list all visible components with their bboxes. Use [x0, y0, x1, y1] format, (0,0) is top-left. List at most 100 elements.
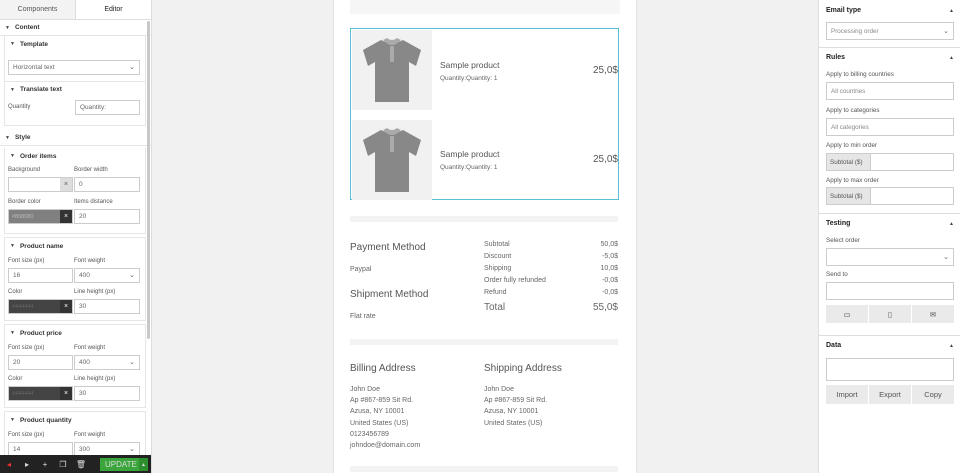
- shirt-icon: [363, 128, 421, 192]
- font-size-input[interactable]: 16: [8, 268, 73, 283]
- tab-components[interactable]: Components: [0, 0, 75, 19]
- font-weight-select[interactable]: 400 ⌄: [74, 268, 140, 283]
- clear-icon[interactable]: ×: [60, 300, 72, 313]
- font-size-label: Font size (px): [8, 432, 45, 438]
- desktop-icon: ▭: [843, 309, 851, 319]
- email-type-header[interactable]: Email type ▲: [819, 1, 960, 20]
- send-to-input[interactable]: [826, 282, 954, 300]
- chevron-up-icon: ▲: [949, 54, 954, 61]
- clear-icon[interactable]: ×: [60, 210, 72, 223]
- desktop-preview-button[interactable]: ▭: [826, 305, 868, 323]
- add-icon[interactable]: +: [36, 460, 54, 469]
- tab-editor[interactable]: Editor: [75, 0, 151, 19]
- order-items-group: ▼ Order items Background Border width × 0…: [4, 148, 146, 234]
- product-quantity: Quantity:Quantity: 1: [440, 75, 498, 82]
- quantity-input[interactable]: Quantity:: [75, 100, 140, 115]
- background-color-picker[interactable]: ×: [8, 177, 73, 192]
- translate-header[interactable]: ▼ Translate text: [5, 81, 145, 97]
- clear-icon[interactable]: ×: [60, 387, 72, 400]
- shipping-line: Azusa, NY 10001: [484, 408, 539, 416]
- background-label: Background: [8, 167, 41, 173]
- back-icon[interactable]: ◂: [0, 460, 18, 469]
- mobile-preview-button[interactable]: ▯: [869, 305, 911, 323]
- order-item: Sample product Quantity:Quantity: 1 25,0…: [352, 30, 618, 110]
- product-name-group: ▼ Product name Font size (px) Font weight…: [4, 237, 146, 321]
- font-weight-label: Font weight: [74, 345, 106, 351]
- collapse-triangle-icon: ▼: [10, 243, 15, 249]
- editor-panel: Components Editor ▼ Content ▼ Template Hor…: [0, 0, 152, 473]
- min-order-label: Apply to min order: [826, 142, 878, 149]
- chevron-up-icon: ▲: [949, 7, 954, 14]
- scrollbar[interactable]: [147, 21, 150, 339]
- billing-line: johndoe@domain.com: [350, 442, 421, 450]
- line-height-input[interactable]: 30: [74, 299, 140, 314]
- font-size-input[interactable]: 20: [8, 355, 73, 370]
- categories-input[interactable]: All categories: [826, 118, 954, 136]
- total-row: Total 55,0$: [484, 302, 618, 313]
- totals-value: -5,0$: [602, 253, 618, 260]
- product-quantity-title: Product quantity: [19, 416, 72, 424]
- product-price-header[interactable]: ▼ Product price: [5, 325, 145, 341]
- chevron-up-icon: ▲: [949, 342, 954, 349]
- import-button[interactable]: Import: [826, 385, 868, 404]
- data-textarea[interactable]: [826, 358, 954, 381]
- items-distance-input[interactable]: 20: [74, 209, 140, 224]
- color-label: Color: [8, 289, 23, 295]
- totals-row: Discount -5,0$: [484, 253, 618, 260]
- product-quantity-header[interactable]: ▼ Product quantity: [5, 412, 145, 428]
- font-weight-value: 300: [79, 446, 90, 453]
- section-content-header[interactable]: ▼ Content: [0, 20, 151, 36]
- duplicate-icon[interactable]: ❐: [54, 460, 72, 469]
- totals-value: -0,0$: [602, 277, 618, 284]
- rules-header[interactable]: Rules ▲: [819, 48, 960, 67]
- color-picker[interactable]: #444444 ×: [8, 299, 73, 314]
- chevron-up-icon[interactable]: ▲: [139, 458, 148, 471]
- max-order-input[interactable]: Subtotal ($): [826, 187, 954, 205]
- translate-label: Translate text: [19, 86, 62, 93]
- border-width-input[interactable]: 0: [74, 177, 140, 192]
- font-weight-value: 400: [79, 272, 90, 279]
- export-button[interactable]: Export: [869, 385, 911, 404]
- template-select[interactable]: Horizontal text ⌄: [8, 60, 140, 75]
- shipping-line: Ap #867-859 Sit Rd.: [484, 397, 548, 405]
- shipping-address-title: Shipping Address: [484, 363, 562, 374]
- clear-icon[interactable]: ×: [60, 178, 72, 191]
- chevron-down-icon: ⌄: [943, 28, 949, 35]
- color-swatch: #444444: [9, 300, 60, 313]
- shipping-line: John Doe: [484, 386, 514, 393]
- billing-countries-input[interactable]: All countries: [826, 82, 954, 100]
- totals-value: -0,0$: [602, 289, 618, 296]
- product-name-header[interactable]: ▼ Product name: [5, 238, 145, 254]
- section-style-header[interactable]: ▼ Style: [0, 130, 151, 146]
- line-height-input[interactable]: 30: [74, 386, 140, 401]
- color-picker[interactable]: #444444 ×: [8, 386, 73, 401]
- play-icon[interactable]: ▸: [18, 460, 36, 469]
- content-group: ▼ Template Horizontal text ⌄ ▼ Translate te…: [4, 36, 146, 126]
- border-color-label: Border color: [8, 199, 41, 205]
- chevron-down-icon: ⌄: [943, 254, 949, 261]
- totals-row: Shipping 10,0$: [484, 265, 618, 272]
- font-weight-select[interactable]: 400 ⌄: [74, 355, 140, 370]
- data-header[interactable]: Data ▲: [819, 336, 960, 355]
- border-color-picker[interactable]: #808080 ×: [8, 209, 73, 224]
- product-thumbnail: [352, 120, 432, 200]
- collapse-triangle-icon: ▼: [10, 330, 15, 336]
- send-email-button[interactable]: ✉: [912, 305, 954, 323]
- order-items-header[interactable]: ▼ Order items: [5, 148, 145, 164]
- billing-address-title: Billing Address: [350, 363, 416, 374]
- select-order-label: Select order: [826, 237, 860, 244]
- testing-header[interactable]: Testing ▲: [819, 214, 960, 233]
- chevron-down-icon: ⌄: [129, 359, 135, 366]
- trash-icon[interactable]: 🗑: [72, 460, 90, 469]
- order-items-block[interactable]: Sample product Quantity:Quantity: 1 25,0…: [350, 28, 619, 200]
- copy-button[interactable]: Copy: [912, 385, 954, 404]
- select-order-select[interactable]: ⌄: [826, 248, 954, 266]
- template-header[interactable]: ▼ Template: [5, 36, 145, 52]
- totals-row: Refund -0,0$: [484, 289, 618, 296]
- email-type-select[interactable]: Processing order ⌄: [826, 22, 954, 40]
- billing-line: Ap #867-859 Sit Rd.: [350, 397, 414, 405]
- shirt-icon: [363, 38, 421, 102]
- billing-line: United States (US): [350, 419, 409, 427]
- update-button[interactable]: UPDATE ▲: [100, 458, 148, 471]
- min-order-input[interactable]: Subtotal ($): [826, 153, 954, 171]
